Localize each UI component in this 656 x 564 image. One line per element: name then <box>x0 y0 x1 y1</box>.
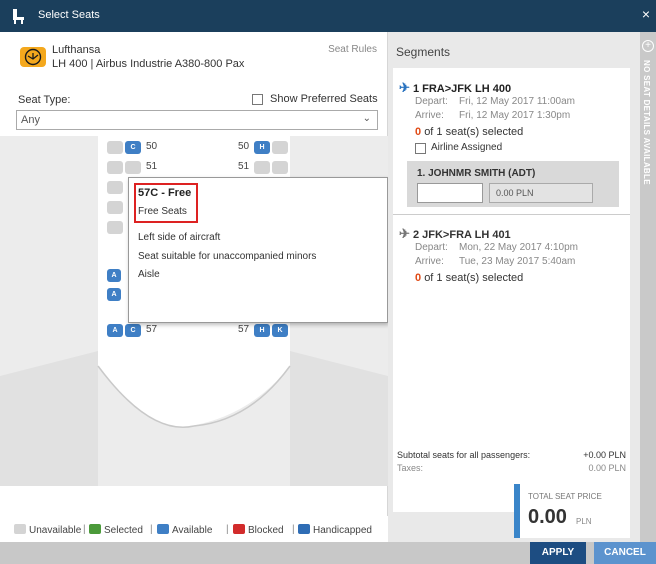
segment-divider <box>393 214 630 215</box>
seat-57h[interactable]: H <box>254 324 270 337</box>
close-icon[interactable]: × <box>642 6 650 22</box>
segment-1-depart: Fri, 12 May 2017 11:00am <box>459 96 575 107</box>
legend-selected: Selected <box>89 524 143 536</box>
row-number-right: 51 <box>238 161 250 172</box>
seat-legend: Unavailable | Selected | Available | Blo… <box>0 516 388 542</box>
seat-54a <box>107 221 123 234</box>
seat-51h <box>254 161 270 174</box>
tooltip-seat-group: Free Seats <box>138 206 187 217</box>
taxes-value: 0.00 PLN <box>588 463 626 473</box>
airline-assigned-label[interactable]: Airline Assigned <box>431 142 502 153</box>
seat-icon <box>10 7 28 25</box>
seat-details-text: NO SEAT DETAILS AVAILABLE <box>642 60 651 185</box>
legend-unavailable: Unavailable <box>14 524 81 536</box>
subtotal-label: Subtotal seats for all passengers: <box>397 450 531 460</box>
total-seat-price-box: TOTAL SEAT PRICE 0.00 PLN <box>514 484 630 538</box>
total-label: TOTAL SEAT PRICE <box>528 492 602 501</box>
cancel-button[interactable]: CANCEL <box>594 542 656 564</box>
segments-card: ✈ 1 FRA>JFK LH 400 Depart: Fri, 12 May 2… <box>393 68 630 512</box>
lufthansa-logo-icon <box>20 47 46 67</box>
row-number-left: 57 <box>146 324 158 335</box>
seat-51k <box>272 161 288 174</box>
segment-1-arrive: Fri, 12 May 2017 1:30pm <box>459 110 571 121</box>
seat-57c[interactable]: C <box>125 324 141 337</box>
segment-2-selected-count: 0 of 1 seat(s) selected <box>415 272 524 284</box>
row-number-left: 51 <box>146 161 158 172</box>
plane-icon: ✈ <box>399 80 410 95</box>
segments-title: Segments <box>396 45 451 59</box>
seat-55a[interactable]: A <box>107 269 121 282</box>
seat-map-panel: Lufthansa LH 400 | Airbus Industrie A380… <box>0 32 388 542</box>
taxes-label: Taxes: <box>397 463 424 473</box>
seat-57a[interactable]: A <box>107 324 123 337</box>
unavailable-swatch-icon <box>14 524 26 534</box>
seat-52a <box>107 181 123 194</box>
seat-type-select[interactable]: Any ⌄ <box>16 110 378 130</box>
passenger-seat-price: 0.00 PLN <box>489 183 593 203</box>
segment-2-depart: Mon, 22 May 2017 4:10pm <box>459 242 578 253</box>
legend-handicapped: Handicapped <box>298 524 372 536</box>
available-swatch-icon <box>157 524 169 534</box>
row-number-right: 50 <box>238 141 250 152</box>
passenger-box: 1. JOHNMR SMITH (ADT) 0.00 PLN <box>407 161 619 207</box>
seat-50k <box>272 141 288 154</box>
tooltip-feature: Left side of aircraft <box>138 232 221 243</box>
seat-50c[interactable]: C <box>125 141 141 154</box>
seat-57k[interactable]: K <box>272 324 288 337</box>
row-number-right: 57 <box>238 324 250 335</box>
selected-swatch-icon <box>89 524 101 534</box>
apply-button[interactable]: APPLY <box>530 542 586 564</box>
legend-blocked: Blocked <box>233 524 284 536</box>
expand-icon[interactable]: + <box>642 40 654 52</box>
total-currency: PLN <box>576 517 592 526</box>
segment-1-route[interactable]: ✈ 1 FRA>JFK LH 400 <box>399 80 511 96</box>
flight-info: LH 400 | Airbus Industrie A380-800 Pax <box>52 58 245 70</box>
segment-2-arrive: Tue, 23 May 2017 5:40am <box>459 256 576 267</box>
segment-2-arrive-label: Arrive: <box>415 256 444 267</box>
seat-51c <box>125 161 141 174</box>
subtotal-value: +0.00 PLN <box>583 450 626 460</box>
airline-assigned-checkbox[interactable] <box>415 143 426 154</box>
seat-rules-link[interactable]: Seat Rules <box>328 44 377 55</box>
seat-53a <box>107 201 123 214</box>
seat-tooltip: 57C - Free Free Seats Left side of aircr… <box>128 177 388 323</box>
handicapped-swatch-icon <box>298 524 310 534</box>
row-number-left: 50 <box>146 141 158 152</box>
show-preferred-checkbox[interactable] <box>252 94 263 105</box>
tooltip-feature: Aisle <box>138 269 160 280</box>
legend-available: Available <box>157 524 212 536</box>
seat-type-value: Any <box>21 114 40 126</box>
segment-1-depart-label: Depart: <box>415 96 448 107</box>
seat-56a[interactable]: A <box>107 288 121 301</box>
seat-details-sidebar[interactable]: + NO SEAT DETAILS AVAILABLE <box>640 32 656 542</box>
blocked-swatch-icon <box>233 524 245 534</box>
airline-name: Lufthansa <box>52 44 101 56</box>
passenger-seat-input[interactable] <box>417 183 483 203</box>
seat-50h[interactable]: H <box>254 141 270 154</box>
seat-51a <box>107 161 123 174</box>
segments-panel: Segments ✈ 1 FRA>JFK LH 400 Depart: Fri,… <box>388 32 640 542</box>
segment-2-route[interactable]: ✈ 2 JFK>FRA LH 401 <box>399 226 511 242</box>
total-accent-bar <box>514 484 520 538</box>
show-preferred-label[interactable]: Show Preferred Seats <box>270 93 378 105</box>
tooltip-feature: Seat suitable for unaccompanied minors <box>138 251 317 262</box>
plane-icon: ✈ <box>399 226 410 241</box>
segment-1-selected-count: 0 of 1 seat(s) selected <box>415 126 524 138</box>
chevron-down-icon: ⌄ <box>362 113 371 124</box>
passenger-name: 1. JOHNMR SMITH (ADT) <box>417 168 536 179</box>
total-amount: 0.00 <box>528 506 567 528</box>
seat-50a <box>107 141 123 154</box>
segment-2-depart-label: Depart: <box>415 242 448 253</box>
window-title: Select Seats <box>38 9 100 21</box>
segment-1-arrive-label: Arrive: <box>415 110 444 121</box>
title-bar: Select Seats × <box>0 0 656 32</box>
tooltip-seat-title: 57C - Free <box>138 187 192 199</box>
seat-type-label: Seat Type: <box>18 94 71 106</box>
